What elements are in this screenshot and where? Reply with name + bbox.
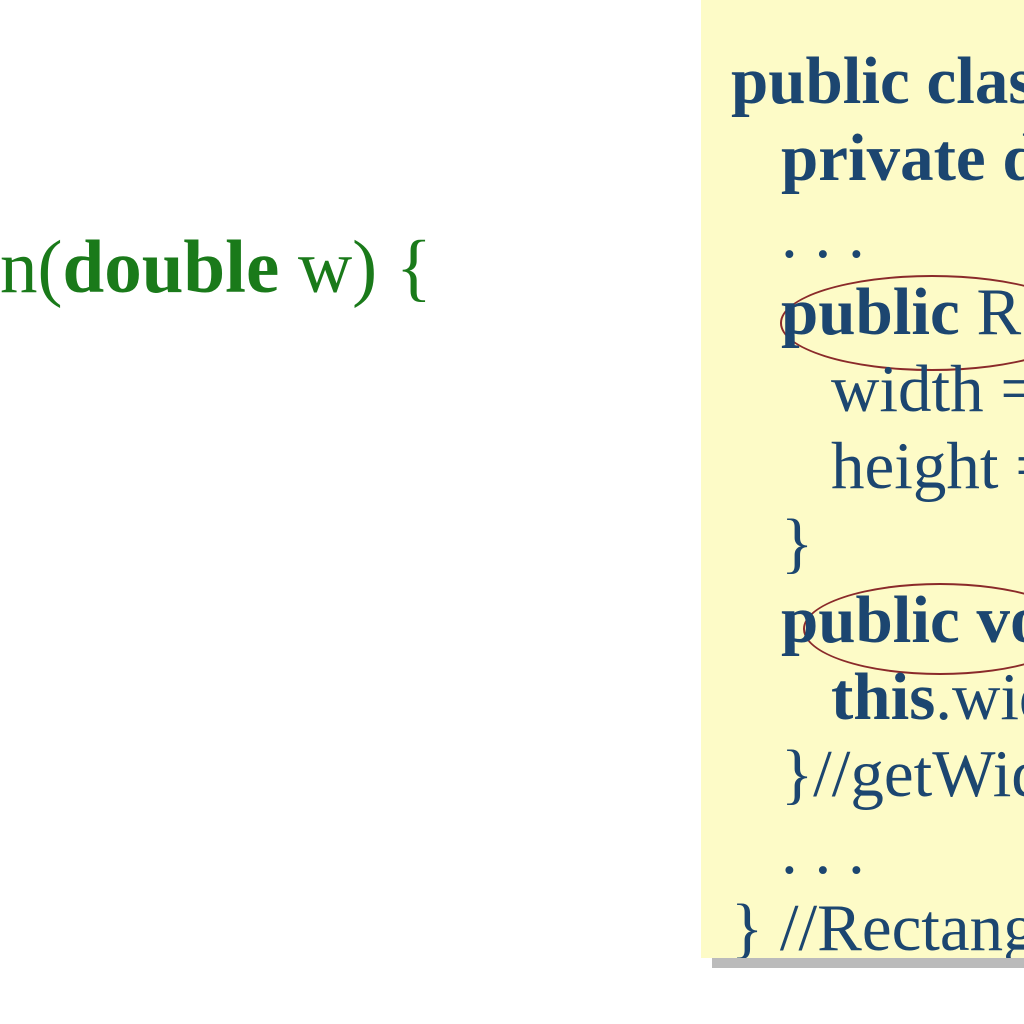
code-line: }//getWid — [731, 737, 1024, 811]
right-code-block: public clas private d . . . public R wid… — [731, 0, 1024, 958]
code-panel: public clas private d . . . public R wid… — [701, 0, 1024, 958]
code-keyword: public — [781, 275, 960, 349]
code-line: public vo — [781, 583, 1024, 657]
code-line: . . . — [731, 198, 865, 272]
left-keyword: double — [62, 226, 279, 309]
left-suffix: w) { — [279, 226, 432, 309]
code-line: } //Rectang — [731, 891, 1024, 958]
left-prefix: n( — [0, 226, 62, 309]
code-line: private d — [781, 121, 1024, 195]
code-line: height = — [731, 429, 1024, 503]
code-line: public clas — [731, 44, 1024, 118]
code-keyword: this — [831, 660, 935, 734]
left-code-fragment: n(double w) { — [0, 225, 432, 311]
code-line: } — [731, 506, 813, 580]
code-line: . . . — [731, 814, 865, 888]
code-text: .wid — [935, 660, 1024, 734]
code-text: R — [960, 275, 1021, 349]
code-line: width = — [731, 352, 1024, 426]
